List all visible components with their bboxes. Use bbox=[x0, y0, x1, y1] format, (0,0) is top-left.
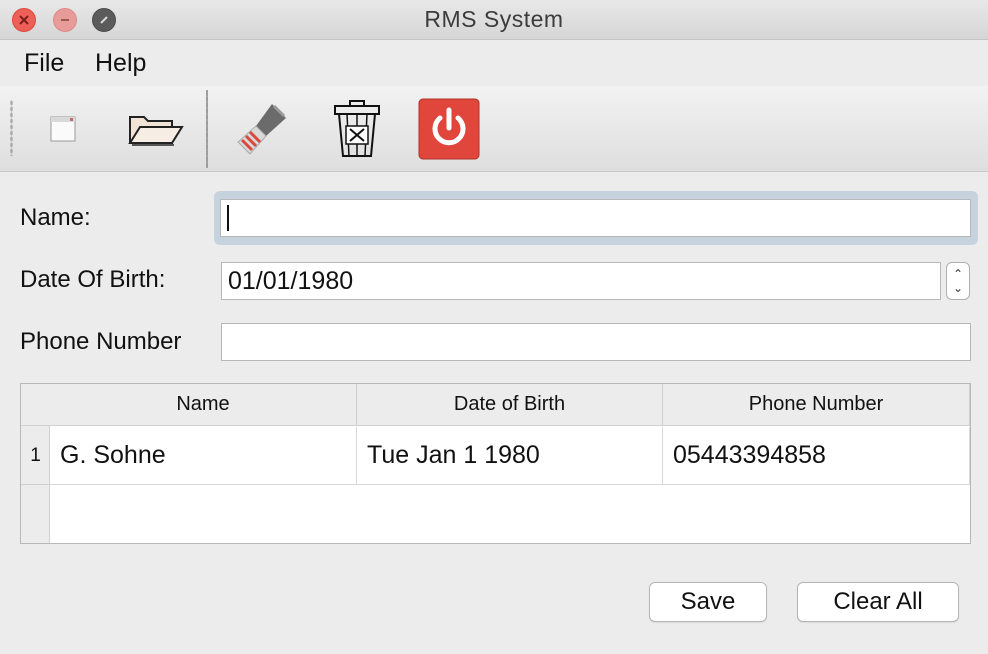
row-number[interactable]: 1 bbox=[21, 427, 50, 485]
phone-label: Phone Number bbox=[20, 328, 182, 355]
name-label: Name: bbox=[20, 204, 91, 231]
power-exit-icon bbox=[418, 98, 480, 160]
clear-all-button[interactable]: Clear All bbox=[797, 582, 959, 622]
title-bar: RMS System bbox=[0, 0, 988, 40]
column-header-dob[interactable]: Date of Birth bbox=[357, 384, 663, 426]
exit-button[interactable] bbox=[414, 94, 484, 164]
delete-trash-icon bbox=[334, 100, 380, 157]
dob-input-value: 01/01/1980 bbox=[228, 266, 354, 295]
text-caret bbox=[227, 205, 229, 231]
clear-form-button[interactable] bbox=[226, 94, 296, 164]
window-title: RMS System bbox=[424, 6, 564, 32]
clear-brush-icon bbox=[237, 104, 286, 155]
open-folder-icon bbox=[128, 116, 184, 146]
dob-spinner[interactable]: ⌃ ⌄ bbox=[946, 262, 970, 300]
column-header-phone[interactable]: Phone Number bbox=[663, 384, 970, 426]
delete-button[interactable] bbox=[322, 94, 392, 164]
column-header-name[interactable]: Name bbox=[50, 384, 357, 426]
dob-label: Date Of Birth: bbox=[20, 266, 166, 293]
menu-help[interactable]: Help bbox=[95, 49, 146, 78]
table-cell-name[interactable]: G. Sohne bbox=[50, 427, 357, 485]
dob-input[interactable]: 01/01/1980 bbox=[221, 262, 941, 300]
menu-file[interactable]: File bbox=[24, 49, 64, 78]
toolbar-grip[interactable] bbox=[10, 100, 13, 156]
table-cell-phone[interactable]: 05443394858 bbox=[663, 427, 970, 485]
table-cell-dob[interactable]: Tue Jan 1 1980 bbox=[357, 427, 663, 485]
phone-input[interactable] bbox=[221, 323, 971, 361]
table-corner[interactable] bbox=[21, 384, 50, 426]
records-table[interactable]: 1 Name Date of Birth Phone Number G. Soh… bbox=[20, 383, 971, 544]
main-window: RMS System File Help Name: Date Of Birth… bbox=[0, 0, 988, 654]
menu-bar: File Help bbox=[0, 41, 988, 85]
new-record-button[interactable] bbox=[28, 94, 98, 164]
save-button[interactable]: Save bbox=[649, 582, 767, 622]
new-document-icon bbox=[50, 116, 76, 142]
open-button[interactable] bbox=[120, 94, 190, 164]
toolbar bbox=[0, 86, 988, 172]
name-input[interactable] bbox=[220, 199, 971, 237]
toolbar-separator bbox=[206, 90, 208, 168]
chevron-down-icon[interactable]: ⌄ bbox=[953, 281, 963, 295]
chevron-up-icon[interactable]: ⌃ bbox=[953, 267, 963, 281]
